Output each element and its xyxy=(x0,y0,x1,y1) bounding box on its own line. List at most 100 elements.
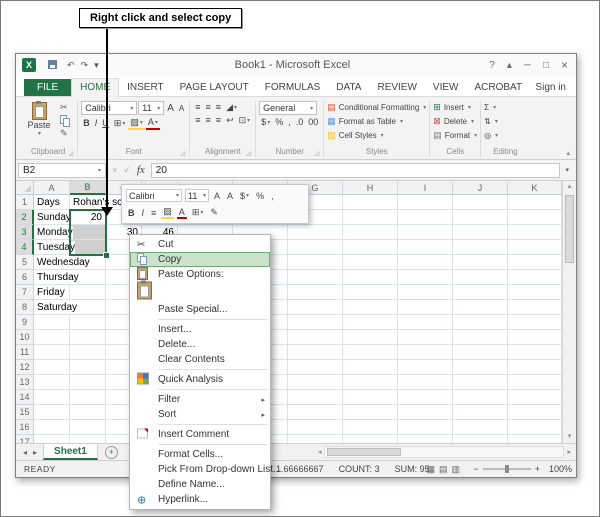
font-size-combo[interactable]: 11▾ xyxy=(138,101,164,115)
cell-H13[interactable] xyxy=(343,375,398,390)
fill-color-button[interactable]: ▨▾ xyxy=(128,116,145,130)
cell-G14[interactable] xyxy=(288,390,343,405)
cell-J8[interactable] xyxy=(453,300,508,315)
cell-J14[interactable] xyxy=(453,390,508,405)
cell-I1[interactable] xyxy=(398,195,453,210)
scroll-up-icon[interactable]: ▴ xyxy=(563,181,576,193)
cell-H17[interactable] xyxy=(343,435,398,443)
cell-G9[interactable] xyxy=(288,315,343,330)
cell-H14[interactable] xyxy=(343,390,398,405)
cell-A14[interactable] xyxy=(34,390,70,405)
cell-J13[interactable] xyxy=(453,375,508,390)
cell-K3[interactable] xyxy=(508,225,562,240)
cell-J5[interactable] xyxy=(453,255,508,270)
vscroll-thumb[interactable] xyxy=(565,195,574,263)
minimize-button[interactable]: ─ xyxy=(518,60,537,71)
row-header-14[interactable]: 14 xyxy=(16,390,34,405)
cell-G15[interactable] xyxy=(288,405,343,420)
menu-item-format-cells[interactable]: Format Cells... xyxy=(130,447,270,462)
row-header-16[interactable]: 16 xyxy=(16,420,34,435)
clipboard-dialog-launcher-icon[interactable]: ◿ xyxy=(69,150,74,157)
cell-J17[interactable] xyxy=(453,435,508,443)
number-dialog-launcher-icon[interactable]: ◿ xyxy=(315,150,320,157)
cell-A4[interactable]: Tuesday xyxy=(34,240,70,255)
tab-page-layout[interactable]: PAGE LAYOUT xyxy=(172,79,257,96)
cell-A15[interactable] xyxy=(34,405,70,420)
decrease-decimal-button[interactable]: 00 xyxy=(306,116,320,128)
cell-K16[interactable] xyxy=(508,420,562,435)
tab-acrobat[interactable]: ACROBAT xyxy=(466,79,530,96)
cell-H7[interactable] xyxy=(343,285,398,300)
cell-J12[interactable] xyxy=(453,360,508,375)
row-header-11[interactable]: 11 xyxy=(16,345,34,360)
align-right-button[interactable]: ≡ xyxy=(214,114,223,126)
scroll-down-icon[interactable]: ▾ xyxy=(563,431,576,443)
menu-item-define-name[interactable]: Define Name... xyxy=(130,477,270,492)
view-page-break-icon[interactable]: ▥ xyxy=(451,464,460,475)
redo-button[interactable]: ↷ xyxy=(78,60,92,71)
cancel-icon[interactable]: × xyxy=(112,165,117,175)
align-middle-button[interactable]: ≡ xyxy=(204,101,213,113)
insert-function-icon[interactable]: fx xyxy=(137,164,145,176)
cell-B3[interactable] xyxy=(70,225,106,240)
collapse-ribbon-icon[interactable]: ▴ xyxy=(566,149,570,157)
insert-cells-button[interactable]: ⊞ Insert ▾ xyxy=(433,101,477,114)
cell-K10[interactable] xyxy=(508,330,562,345)
menu-item-filter[interactable]: Filter▸ xyxy=(130,392,270,407)
format-painter-button[interactable]: ✎ xyxy=(58,127,72,139)
menu-item-paste-special[interactable]: Paste Special... xyxy=(130,302,270,317)
row-header-5[interactable]: 5 xyxy=(16,255,34,270)
cell-G16[interactable] xyxy=(288,420,343,435)
align-bottom-button[interactable]: ≡ xyxy=(214,101,223,113)
format-cells-button[interactable]: ▤ Format ▾ xyxy=(433,129,477,142)
cell-J10[interactable] xyxy=(453,330,508,345)
zoom-level[interactable]: 100% xyxy=(544,464,572,474)
cell-B10[interactable] xyxy=(70,330,106,345)
mini-font-name-combo[interactable]: Calibri▾ xyxy=(126,189,182,202)
cell-K2[interactable] xyxy=(508,210,562,225)
cell-J7[interactable] xyxy=(453,285,508,300)
help-button[interactable]: ? xyxy=(483,60,501,71)
ribbon-display-options-button[interactable]: ▴ xyxy=(501,60,518,71)
zoom-in-icon[interactable]: + xyxy=(535,464,540,474)
cell-H16[interactable] xyxy=(343,420,398,435)
row-header-4[interactable]: 4 xyxy=(16,240,34,255)
cell-A5[interactable]: Wednesday xyxy=(34,255,70,270)
formula-bar-expand-icon[interactable]: ▾ xyxy=(560,166,574,174)
cell-H12[interactable] xyxy=(343,360,398,375)
cell-A13[interactable] xyxy=(34,375,70,390)
cell-H5[interactable] xyxy=(343,255,398,270)
cell-J2[interactable] xyxy=(453,210,508,225)
cell-G8[interactable] xyxy=(288,300,343,315)
menu-item-clear-contents[interactable]: Clear Contents xyxy=(130,352,270,367)
cell-A17[interactable] xyxy=(34,435,70,443)
enter-icon[interactable]: ✓ xyxy=(123,165,131,176)
zoom-slider-thumb[interactable] xyxy=(505,465,509,473)
mini-bold-button[interactable]: B xyxy=(126,208,137,218)
alignment-dialog-launcher-icon[interactable]: ◿ xyxy=(247,150,252,157)
font-color-button[interactable]: A▾ xyxy=(146,116,160,130)
view-normal-icon[interactable]: ▦ xyxy=(426,464,435,475)
cell-K7[interactable] xyxy=(508,285,562,300)
cell-J3[interactable] xyxy=(453,225,508,240)
cell-G17[interactable] xyxy=(288,435,343,443)
cell-K15[interactable] xyxy=(508,405,562,420)
hscroll-track[interactable] xyxy=(324,446,564,458)
select-all-corner[interactable] xyxy=(16,181,34,195)
cell-I7[interactable] xyxy=(398,285,453,300)
cell-A12[interactable] xyxy=(34,360,70,375)
cut-button[interactable]: ✂ xyxy=(58,101,72,113)
cell-A8[interactable]: Saturday xyxy=(34,300,70,315)
cell-K4[interactable] xyxy=(508,240,562,255)
cell-B12[interactable] xyxy=(70,360,106,375)
row-header-3[interactable]: 3 xyxy=(16,225,34,240)
orientation-button[interactable]: ◢▾ xyxy=(224,101,239,113)
cell-styles-button[interactable]: ▧ Cell Styles ▾ xyxy=(327,129,426,142)
column-header-B[interactable]: B xyxy=(70,181,106,195)
column-header-A[interactable]: A xyxy=(34,181,70,195)
sheet-tab-sheet1[interactable]: Sheet1 xyxy=(43,444,98,460)
cell-B4[interactable] xyxy=(70,240,106,255)
cell-A11[interactable] xyxy=(34,345,70,360)
cell-I16[interactable] xyxy=(398,420,453,435)
cell-J11[interactable] xyxy=(453,345,508,360)
